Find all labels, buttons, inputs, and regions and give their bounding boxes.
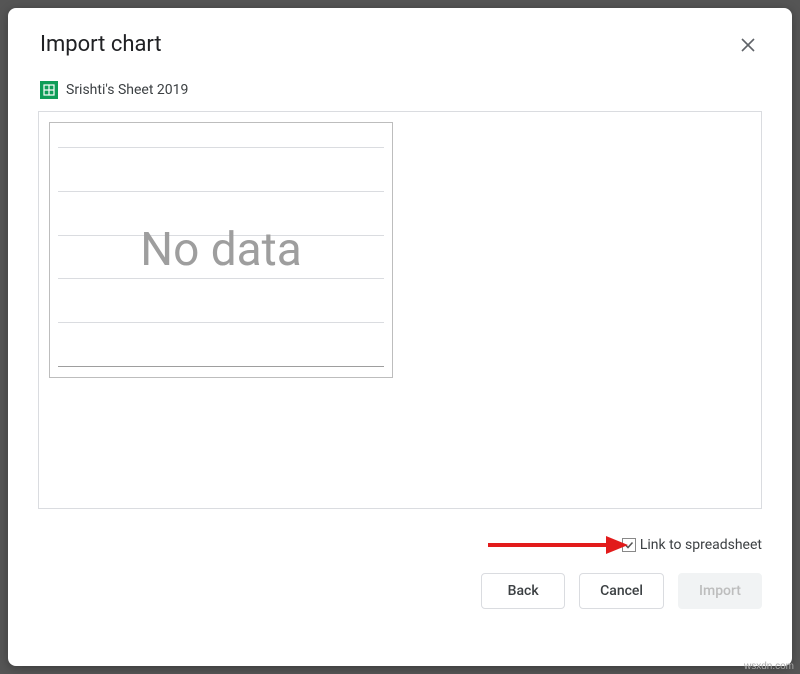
checkbox-label: Link to spreadsheet bbox=[640, 537, 762, 553]
import-button[interactable]: Import bbox=[678, 573, 762, 609]
close-icon bbox=[741, 38, 755, 52]
close-button[interactable] bbox=[736, 33, 760, 57]
dialog-header: Import chart bbox=[8, 8, 792, 73]
sheet-name-label: Srishti's Sheet 2019 bbox=[66, 82, 188, 98]
import-chart-dialog: Import chart Srishti's Sheet 2019 bbox=[8, 8, 792, 666]
chart-preview-thumbnail[interactable]: No data bbox=[49, 122, 393, 378]
annotation-arrow-icon bbox=[488, 533, 628, 557]
dialog-title: Import chart bbox=[40, 32, 162, 57]
cancel-button[interactable]: Cancel bbox=[579, 573, 664, 609]
sheet-info-row: Srishti's Sheet 2019 bbox=[8, 73, 792, 111]
link-option-row: Link to spreadsheet bbox=[8, 509, 792, 559]
dialog-button-row: Back Cancel Import bbox=[8, 559, 792, 639]
google-sheets-icon bbox=[40, 81, 58, 99]
watermark-text: wsxdn.com bbox=[744, 661, 794, 672]
no-data-label: No data bbox=[140, 223, 302, 277]
chart-selection-area: No data bbox=[38, 111, 762, 509]
link-to-spreadsheet-checkbox[interactable]: Link to spreadsheet bbox=[622, 537, 762, 553]
back-button[interactable]: Back bbox=[481, 573, 565, 609]
